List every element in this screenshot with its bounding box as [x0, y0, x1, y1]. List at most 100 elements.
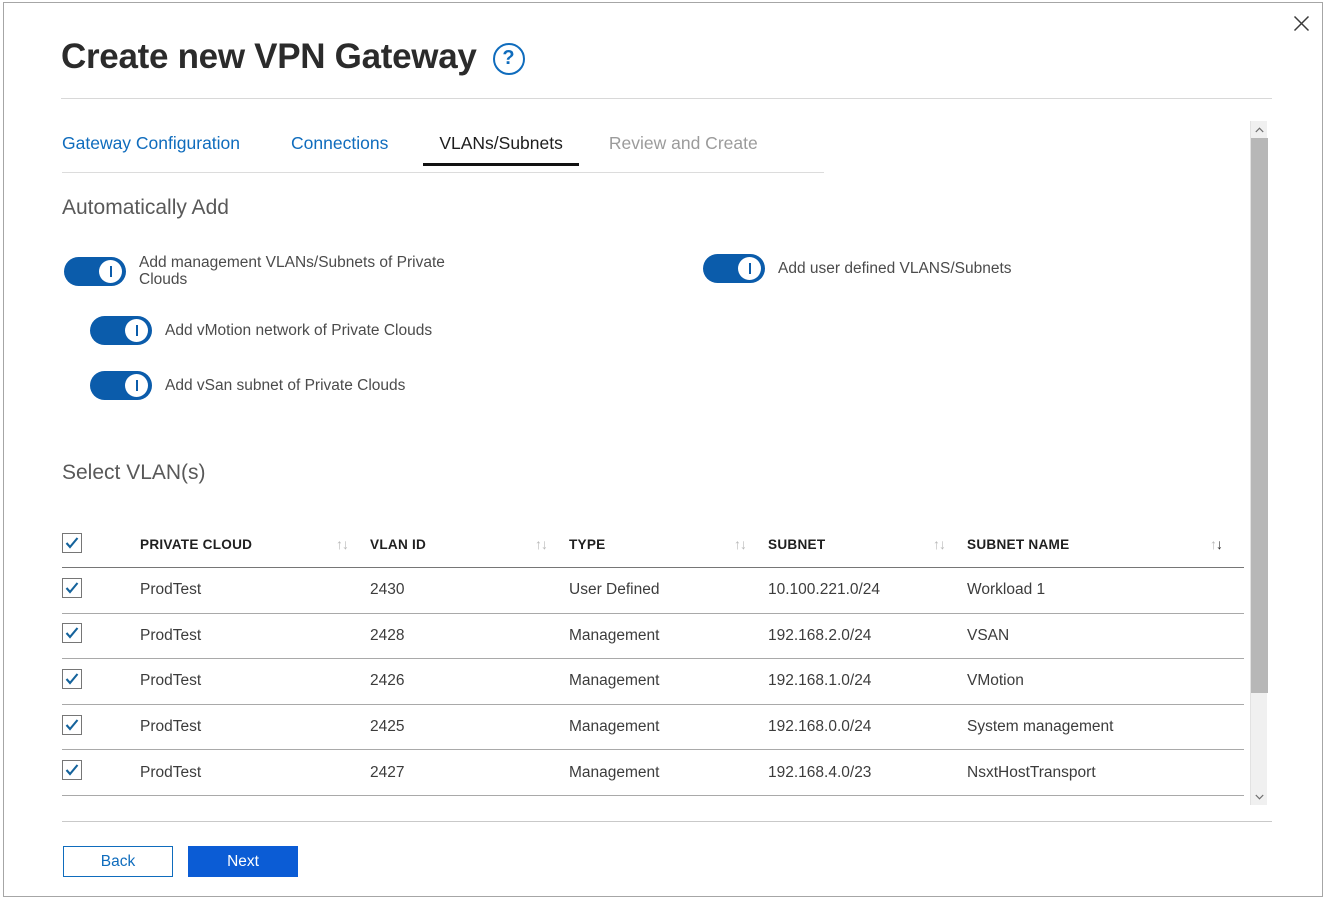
- vlan-table: PRIVATE CLOUD ↑↓ VLAN ID ↑↓ TYPE ↑↓ SUBN…: [62, 521, 1244, 803]
- chevron-down-glyph: [1255, 794, 1264, 800]
- toggle-label: Add vMotion network of Private Clouds: [165, 321, 433, 339]
- cell-private-cloud: ProdTest: [140, 613, 370, 660]
- toggle-add-management-vlans[interactable]: Add management VLANs/Subnets of Private …: [64, 254, 464, 289]
- table-row[interactable]: [62, 795, 1244, 803]
- next-button[interactable]: Next: [188, 846, 298, 877]
- column-header-private-cloud[interactable]: PRIVATE CLOUD ↑↓: [140, 521, 370, 568]
- tab-connections[interactable]: Connections: [291, 133, 388, 166]
- toggle-add-vmotion-network[interactable]: Add vMotion network of Private Clouds: [90, 316, 432, 345]
- toggle-label: Add user defined VLANS/Subnets: [778, 259, 1012, 277]
- table-row[interactable]: ProdTest 2426 Management 192.168.1.0/24 VMot…: [62, 658, 1244, 705]
- toggle-add-vsan-subnet[interactable]: Add vSan subnet of Private Clouds: [90, 371, 405, 400]
- cell-private-cloud: ProdTest: [140, 749, 370, 796]
- column-label: VLAN ID: [370, 536, 427, 552]
- cell-subnet: 192.168.4.0/23: [768, 749, 967, 796]
- cell-vlan-id: 2426: [370, 658, 569, 705]
- check-icon: [65, 673, 79, 685]
- select-all-checkbox[interactable]: [62, 532, 82, 553]
- dialog-header: Create new VPN Gateway ?: [61, 27, 1271, 87]
- title-row: Create new VPN Gateway ?: [61, 27, 1271, 87]
- toggle-knob: [738, 257, 761, 280]
- cell-type: Management: [569, 658, 768, 705]
- row-checkbox[interactable]: [62, 668, 82, 689]
- check-icon: [65, 718, 79, 731]
- table-header-row: PRIVATE CLOUD ↑↓ VLAN ID ↑↓ TYPE ↑↓ SUBN…: [62, 521, 1244, 568]
- table-row[interactable]: ProdTest 2425 Management 192.168.0.0/24 Syst…: [62, 704, 1244, 751]
- tab-vlans-subnets[interactable]: VLANs/Subnets: [423, 133, 579, 166]
- column-header-vlan-id[interactable]: VLAN ID ↑↓: [370, 521, 569, 568]
- cell-vlan-id: 2428: [370, 613, 569, 660]
- cell-vlan-id: 2425: [370, 704, 569, 751]
- row-checkbox-cell[interactable]: [62, 795, 140, 803]
- help-icon[interactable]: ?: [492, 42, 525, 75]
- back-button[interactable]: Back: [63, 846, 173, 877]
- column-label: SUBNET: [768, 536, 826, 552]
- toggle-switch[interactable]: [90, 316, 152, 345]
- close-glyph: [1293, 15, 1309, 31]
- toggle-switch[interactable]: [703, 254, 765, 283]
- row-checkbox-cell[interactable]: [62, 658, 140, 705]
- row-checkbox[interactable]: [62, 760, 82, 781]
- cell-subnet: 192.168.0.0/24: [768, 704, 967, 751]
- cell-private-cloud: ProdTest: [140, 658, 370, 705]
- cell-subnet-name: System management: [967, 704, 1244, 751]
- row-checkbox[interactable]: [62, 623, 82, 644]
- row-checkbox[interactable]: [62, 714, 82, 735]
- sort-icon[interactable]: ↑↓: [734, 536, 747, 552]
- toggle-knob: [99, 259, 122, 283]
- wizard-tabs: Gateway Configuration Connections VLANs/…: [62, 133, 809, 166]
- check-icon: [65, 627, 79, 640]
- header-divider: [61, 98, 1272, 99]
- column-header-subnet-name[interactable]: SUBNET NAME ↑↓: [967, 521, 1244, 568]
- toggle-add-user-defined-vlans[interactable]: Add user defined VLANS/Subnets: [703, 254, 1012, 283]
- vlan-table-container: PRIVATE CLOUD ↑↓ VLAN ID ↑↓ TYPE ↑↓ SUBN…: [62, 521, 1244, 803]
- cell-subnet: 192.168.1.0/24: [768, 658, 967, 705]
- dialog-footer: Back Next: [63, 846, 298, 877]
- page-title: Create new VPN Gateway: [61, 37, 477, 76]
- column-header-type[interactable]: TYPE ↑↓: [569, 521, 768, 568]
- table-bottom-divider: [62, 821, 1272, 822]
- cell-subnet-name: VSAN: [967, 613, 1244, 660]
- close-icon[interactable]: [1279, 3, 1323, 43]
- cell-type: [569, 795, 768, 803]
- row-checkbox-cell[interactable]: [62, 567, 140, 614]
- vertical-scrollbar[interactable]: [1250, 121, 1268, 805]
- tabs-divider: [62, 172, 824, 173]
- scroll-down-icon[interactable]: [1251, 788, 1268, 805]
- check-icon: [65, 582, 79, 594]
- tab-review-and-create[interactable]: Review and Create: [609, 133, 758, 166]
- toggle-label: Add vSan subnet of Private Clouds: [165, 376, 406, 394]
- tab-gateway-configuration[interactable]: Gateway Configuration: [62, 133, 240, 166]
- cell-subnet-name: NsxtHostTransport: [967, 749, 1244, 796]
- scrollbar-thumb[interactable]: [1251, 138, 1268, 693]
- toggle-label: Add management VLANs/Subnets of Private …: [139, 254, 445, 289]
- row-checkbox-cell[interactable]: [62, 704, 140, 751]
- sort-icon[interactable]: ↑↓: [535, 536, 548, 552]
- table-body: ProdTest 2430 User Defined 10.100.221.0/24 W…: [62, 567, 1244, 804]
- toggle-knob: [125, 319, 148, 342]
- toggle-switch[interactable]: [90, 371, 152, 400]
- row-checkbox-cell[interactable]: [62, 613, 140, 660]
- sort-icon[interactable]: ↑↓: [336, 536, 349, 552]
- toggle-switch[interactable]: [64, 256, 126, 286]
- create-vpn-gateway-dialog: Create new VPN Gateway ? Gateway Configu…: [3, 2, 1323, 897]
- cell-type: Management: [569, 704, 768, 751]
- check-icon: [65, 536, 79, 549]
- automatically-add-heading: Automatically Add: [62, 196, 229, 219]
- table-row[interactable]: ProdTest 2428 Management 192.168.2.0/24 VSAN: [62, 613, 1244, 660]
- sort-icon[interactable]: ↑↓: [933, 536, 946, 552]
- table-row[interactable]: ProdTest 2430 User Defined 10.100.221.0/24 W…: [62, 567, 1244, 614]
- cell-type: Management: [569, 613, 768, 660]
- cell-subnet: 10.100.221.0/24: [768, 567, 967, 614]
- sort-icon-active-desc[interactable]: ↑↓: [1210, 536, 1223, 552]
- row-checkbox[interactable]: [62, 577, 82, 598]
- column-label: TYPE: [569, 536, 606, 552]
- cell-subnet: 192.168.2.0/24: [768, 613, 967, 660]
- cell-subnet-name: VMotion: [967, 658, 1244, 705]
- table-row[interactable]: ProdTest 2427 Management 192.168.4.0/23 Nsxt…: [62, 749, 1244, 796]
- scroll-up-icon[interactable]: [1251, 121, 1268, 138]
- select-all-header: [62, 521, 140, 568]
- column-label: SUBNET NAME: [967, 536, 1070, 552]
- row-checkbox-cell[interactable]: [62, 749, 140, 796]
- column-header-subnet[interactable]: SUBNET ↑↓: [768, 521, 967, 568]
